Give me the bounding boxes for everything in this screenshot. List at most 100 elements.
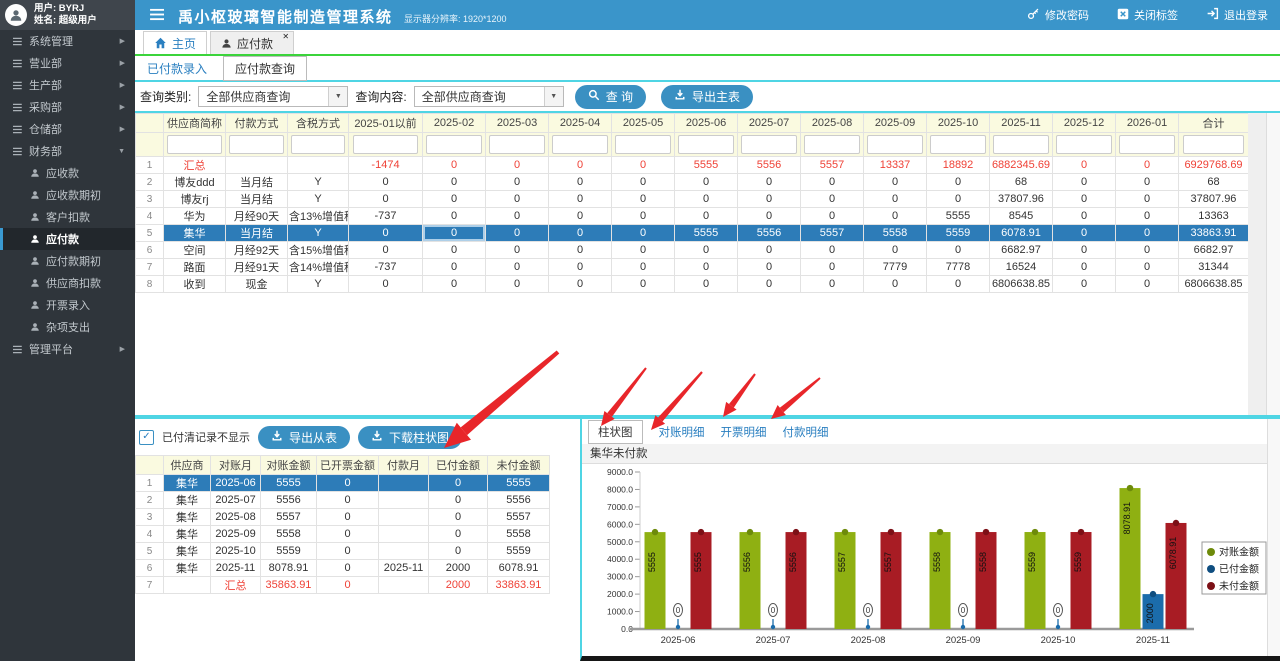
cell[interactable]: 68 [990, 174, 1053, 191]
cell[interactable]: 集华 [164, 492, 211, 509]
cell[interactable]: 37807.96 [1179, 191, 1249, 208]
cell[interactable]: -737 [349, 259, 423, 276]
cell[interactable]: 5556 [738, 225, 801, 242]
cell[interactable]: 5556 [261, 492, 317, 509]
cell[interactable]: 集华 [164, 509, 211, 526]
cell[interactable]: 集华 [164, 225, 226, 242]
cell[interactable]: 空间 [164, 242, 226, 259]
cell[interactable]: Y [288, 191, 349, 208]
cell[interactable]: 0 [801, 174, 864, 191]
avatar[interactable] [5, 4, 27, 26]
cell[interactable]: 0 [1116, 208, 1179, 225]
change-password-button[interactable]: 修改密码 [1027, 7, 1089, 23]
cell[interactable]: 0 [738, 242, 801, 259]
cell[interactable]: 0 [675, 259, 738, 276]
cell[interactable]: 集华 [164, 475, 211, 492]
cell[interactable]: 0 [486, 208, 549, 225]
sidebar-item-应收款[interactable]: 应收款 [0, 162, 135, 184]
sidebar-item-应付款期初[interactable]: 应付款期初 [0, 250, 135, 272]
cell[interactable]: 2000 [429, 577, 488, 594]
sidebar-item-杂项支出[interactable]: 杂项支出 [0, 316, 135, 338]
cell[interactable]: -737 [349, 208, 423, 225]
cell[interactable]: 2025-07 [211, 492, 261, 509]
column-header-含税方式[interactable]: 含税方式 [288, 114, 349, 133]
cell[interactable]: 0 [1116, 276, 1179, 293]
column-header-对账月[interactable]: 对账月 [211, 456, 261, 475]
close-tabs-button[interactable]: 关闭标签 [1117, 7, 1178, 23]
payment-detail-row-1[interactable]: 1集华2025-065555005555 [136, 475, 550, 492]
cell[interactable]: 0 [612, 276, 675, 293]
cell[interactable]: 6682.97 [1179, 242, 1249, 259]
cell[interactable] [379, 492, 429, 509]
cell[interactable]: 汇总 [164, 157, 226, 174]
cell[interactable]: 0 [675, 208, 738, 225]
cell[interactable]: 0 [675, 242, 738, 259]
cell[interactable] [164, 577, 211, 594]
cell[interactable]: 0 [317, 560, 379, 577]
cell[interactable]: 0 [1053, 174, 1116, 191]
sidebar-item-营业部[interactable]: 营业部▶ [0, 52, 135, 74]
sidebar-item-系统管理[interactable]: 系统管理▶ [0, 30, 135, 52]
filter-input-2025-01以前[interactable] [353, 135, 417, 154]
paid-records-checkbox[interactable]: ✓ [139, 430, 154, 445]
subtab-应付款查询[interactable]: 应付款查询 [223, 56, 307, 81]
cell[interactable]: 0 [675, 276, 738, 293]
cell[interactable]: 0 [423, 276, 486, 293]
cell[interactable]: 博友rj [164, 191, 226, 208]
tab-应付款[interactable]: 应付款✕ [210, 31, 294, 54]
payment-detail-row-4[interactable]: 4集华2025-095558005558 [136, 526, 550, 543]
cell[interactable]: 0 [927, 242, 990, 259]
cell[interactable] [379, 509, 429, 526]
cell[interactable]: 0 [317, 543, 379, 560]
cell[interactable]: 0 [549, 174, 612, 191]
payment-detail-row-2[interactable]: 2集华2025-075556005556 [136, 492, 550, 509]
sidebar-item-管理平台[interactable]: 管理平台▶ [0, 338, 135, 360]
cell[interactable]: 0 [864, 191, 927, 208]
cell[interactable]: 5555 [488, 475, 550, 492]
chart-tab-对账明细[interactable]: 对账明细 [659, 424, 705, 440]
query-type-select[interactable]: 全部供应商查询 ▼ [198, 86, 348, 107]
cell[interactable]: 华为 [164, 208, 226, 225]
query-content-select[interactable]: 全部供应商查询 ▼ [414, 86, 564, 107]
main-grid-scrollbar[interactable] [1266, 113, 1280, 415]
payment-detail-row-3[interactable]: 3集华2025-085557005557 [136, 509, 550, 526]
column-header-2025-05[interactable]: 2025-05 [612, 114, 675, 133]
cell[interactable]: 6929768.69 [1179, 157, 1249, 174]
column-header-2025-07[interactable]: 2025-07 [738, 114, 801, 133]
search-button[interactable]: 查 询 [575, 85, 646, 109]
sidebar-item-开票录入[interactable]: 开票录入 [0, 294, 135, 316]
cell[interactable]: 0 [738, 174, 801, 191]
cell[interactable]: 博友ddd [164, 174, 226, 191]
chart-panel-scrollbar[interactable] [1267, 419, 1280, 656]
export-sub-table-button[interactable]: 导出从表 [258, 426, 350, 449]
filter-input-2025-09[interactable] [867, 135, 922, 154]
cell[interactable]: 0 [801, 259, 864, 276]
column-header-2025-06[interactable]: 2025-06 [675, 114, 738, 133]
cell[interactable]: 6806638.85 [990, 276, 1053, 293]
cell[interactable]: 0 [549, 208, 612, 225]
cell[interactable]: 33863.91 [488, 577, 550, 594]
column-header-2025-10[interactable]: 2025-10 [927, 114, 990, 133]
cell[interactable]: 0 [349, 276, 423, 293]
cell[interactable]: 0 [423, 157, 486, 174]
cell[interactable]: 0 [612, 242, 675, 259]
cell[interactable]: 0 [549, 242, 612, 259]
cell[interactable]: 0 [549, 157, 612, 174]
payment-detail-row-5[interactable]: 5集华2025-105559005559 [136, 543, 550, 560]
cell[interactable]: 0 [927, 276, 990, 293]
cell[interactable]: 5555 [927, 208, 990, 225]
payment-detail-row-7[interactable]: 7汇总35863.910200033863.91 [136, 577, 550, 594]
cell[interactable]: 0 [1116, 174, 1179, 191]
cell[interactable]: 集华 [164, 560, 211, 577]
column-header-供应商简称[interactable]: 供应商简称 [164, 114, 226, 133]
cell[interactable]: 5559 [488, 543, 550, 560]
cell[interactable]: 0 [549, 259, 612, 276]
column-header-2025-04[interactable]: 2025-04 [549, 114, 612, 133]
cell[interactable]: 0 [486, 259, 549, 276]
cell[interactable]: 0 [486, 276, 549, 293]
cell[interactable]: 0 [349, 242, 423, 259]
cell[interactable]: 2025-06 [211, 475, 261, 492]
cell[interactable]: 0 [864, 208, 927, 225]
cell[interactable]: 2025-11 [211, 560, 261, 577]
cell[interactable]: 0 [429, 543, 488, 560]
